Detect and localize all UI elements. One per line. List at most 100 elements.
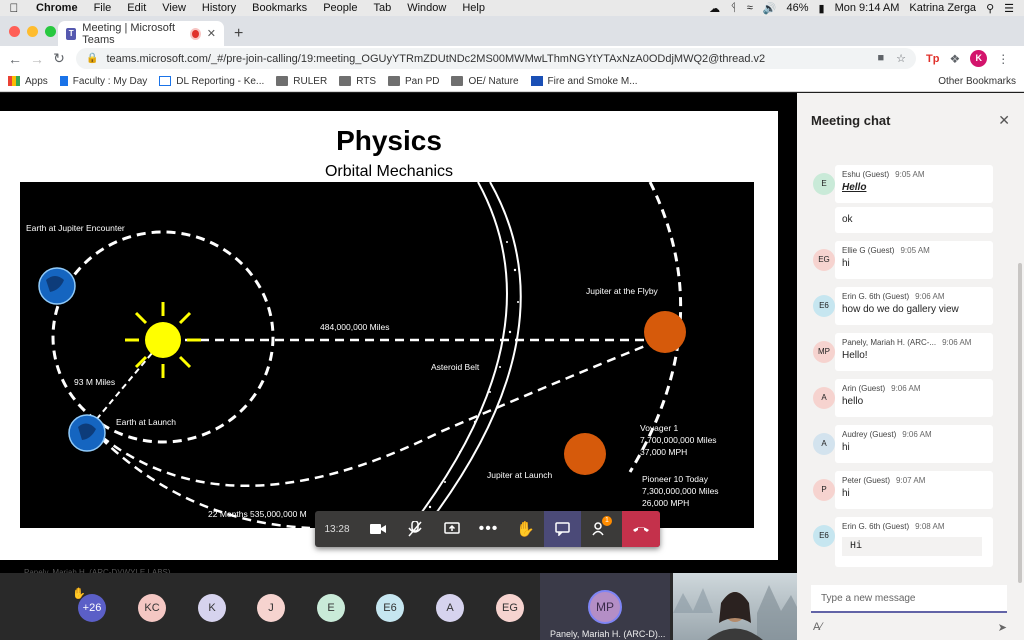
microphone-muted-icon[interactable] <box>396 511 433 547</box>
url-text[interactable]: teams.microsoft.com/_#/pre-join-calling/… <box>106 53 765 65</box>
participant-avatar[interactable]: K <box>198 594 226 622</box>
forward-icon[interactable]: → <box>26 51 48 67</box>
menu-edit[interactable]: Edit <box>119 2 154 14</box>
camera-toggle-icon[interactable] <box>359 511 396 547</box>
presenter-avatar: MP <box>588 590 622 624</box>
hang-up-button[interactable] <box>622 511 660 547</box>
menu-window[interactable]: Window <box>399 2 454 14</box>
bluetooth-icon[interactable]: ᛩ <box>730 2 737 14</box>
close-chat-icon[interactable]: ✕ <box>998 112 1010 129</box>
bookmark-apps[interactable]: Apps <box>8 76 48 87</box>
send-icon[interactable]: ➤ <box>998 621 1007 634</box>
folder-icon <box>339 76 352 86</box>
lock-icon[interactable]: 🔒 <box>86 53 98 64</box>
fire-smoke-icon <box>530 76 543 86</box>
control-center-icon[interactable]: ☰ <box>1004 2 1014 15</box>
message-time: 9:06 AM <box>891 384 921 393</box>
participant-strip: +26 ✋ KC K J E E6 A EG MP Panely, Mariah… <box>0 573 797 640</box>
extensions-puzzle-icon[interactable]: ❖ <box>949 52 960 66</box>
message-bubble[interactable]: Erin G. 6th (Guest) 9:06 AM how do we do … <box>835 287 993 325</box>
menu-bookmarks[interactable]: Bookmarks <box>244 2 315 14</box>
search-icon[interactable]: ⚲ <box>986 2 994 15</box>
bookmark-pan-pd[interactable]: Pan PD <box>388 76 439 87</box>
bookmark-ruler[interactable]: RULER <box>276 76 327 87</box>
reload-icon[interactable]: ↻ <box>48 50 70 67</box>
overflow-count: +26 <box>82 602 102 614</box>
more-actions-icon[interactable]: ••• <box>470 511 507 547</box>
menu-tab[interactable]: Tab <box>365 2 399 14</box>
volume-icon[interactable]: 🔊 <box>763 2 777 15</box>
menu-people[interactable]: People <box>315 2 365 14</box>
message-bubble[interactable]: ok <box>835 207 993 233</box>
label-pioneer-speed: 26,000 MPH <box>642 498 689 508</box>
label-jupiter-flyby: Jupiter at the Flyby <box>586 286 659 296</box>
participant-avatar[interactable]: KC <box>138 594 166 622</box>
apps-grid-icon <box>8 76 20 86</box>
camera-icon[interactable]: ■ <box>877 52 884 65</box>
message-bubble[interactable]: Audrey (Guest) 9:06 AM hi <box>835 425 993 463</box>
message-bubble[interactable]: Arin (Guest) 9:06 AM hello <box>835 379 993 417</box>
chat-scrollbar[interactable] <box>1018 263 1022 583</box>
zoom-window-button[interactable] <box>45 26 56 37</box>
participant-avatar[interactable]: A <box>436 594 464 622</box>
new-tab-button[interactable]: + <box>234 25 243 43</box>
browser-tab[interactable]: T Meeting | Microsoft Teams ✕ <box>58 21 224 46</box>
minimize-window-button[interactable] <box>27 26 38 37</box>
participant-avatar[interactable]: E6 <box>376 594 404 622</box>
back-icon[interactable]: ← <box>4 51 26 67</box>
menu-file[interactable]: File <box>86 2 120 14</box>
message-author: Panely, Mariah H. (ARC-... <box>842 338 937 347</box>
label-jupiter-at-launch: Jupiter at Launch <box>487 470 552 480</box>
message-bubble[interactable]: Ellie G (Guest) 9:05 AM hi <box>835 241 993 279</box>
raise-hand-icon[interactable]: ✋ <box>507 511 544 547</box>
profile-avatar[interactable]: K <box>970 50 988 67</box>
menu-history[interactable]: History <box>194 2 244 14</box>
menubar-user[interactable]: Katrina Zerga <box>909 2 976 14</box>
message-bubble[interactable]: Eshu (Guest) 9:05 AM Hello <box>835 165 993 203</box>
close-window-button[interactable] <box>9 26 20 37</box>
shared-screen: Physics Orbital Mechanics Earth at Jupit… <box>0 93 797 577</box>
close-tab-icon[interactable]: ✕ <box>207 27 216 40</box>
participant-avatar[interactable]: E <box>317 594 345 622</box>
chat-compose-input[interactable]: Type a new message <box>811 585 1007 613</box>
message-text: Hi <box>842 537 982 556</box>
bookmark-faculty[interactable]: Faculty : My Day <box>59 76 147 87</box>
slide-title: Physics <box>336 125 442 156</box>
label-voyager-speed: 37,000 MPH <box>640 447 687 457</box>
message-text: hi <box>842 442 850 453</box>
participant-avatar[interactable]: EG <box>496 594 524 622</box>
apple-icon[interactable]:  <box>0 1 28 15</box>
battery-icon[interactable]: ▮ <box>819 2 825 15</box>
presentation-slide: Physics Orbital Mechanics Earth at Jupit… <box>0 111 778 577</box>
message-bubble[interactable]: Panely, Mariah H. (ARC-... 9:06 AM Hello! <box>835 333 993 371</box>
call-timer: 13:28 <box>324 523 350 535</box>
menu-help[interactable]: Help <box>454 2 493 14</box>
extension-tp-icon[interactable]: Tp <box>926 53 939 65</box>
bookmark-oe-nature[interactable]: OE/ Nature <box>451 76 519 87</box>
battery-percent[interactable]: 46% <box>786 2 808 14</box>
chrome-menu-icon[interactable]: ⋮ <box>997 52 1009 66</box>
self-video-tile[interactable] <box>673 573 797 640</box>
bookmark-dl-reporting[interactable]: DL Reporting - Ke... <box>159 76 264 87</box>
participant-avatar[interactable]: J <box>257 594 285 622</box>
format-icon[interactable]: A∕ <box>813 621 822 634</box>
bookmark-fire-smoke[interactable]: Fire and Smoke M... <box>530 76 638 87</box>
menu-app-name[interactable]: Chrome <box>28 2 86 14</box>
bookmark-star-icon[interactable]: ☆ <box>896 52 906 65</box>
address-bar[interactable]: 🔒 teams.microsoft.com/_#/pre-join-callin… <box>76 48 916 69</box>
bookmark-rts[interactable]: RTS <box>339 76 376 87</box>
participants-icon[interactable]: 1 <box>581 511 618 547</box>
chat-toggle-icon[interactable] <box>544 511 581 547</box>
wifi-icon[interactable]: ≈ <box>747 2 753 14</box>
message-bubble[interactable]: Peter (Guest) 9:07 AM hi <box>835 471 993 509</box>
orbital-diagram-svg: Earth at Jupiter Encounter 484,000,000 M… <box>26 182 719 528</box>
other-bookmarks[interactable]: Other Bookmarks <box>921 76 1024 87</box>
chat-header: Meeting chat ✕ <box>797 93 1024 147</box>
presenter-video-tile[interactable]: MP Panely, Mariah H. (ARC-D)... <box>540 573 670 640</box>
cloud-icon[interactable]: ☁ <box>709 2 720 15</box>
message-bubble[interactable]: Erin G. 6th (Guest) 9:08 AM Hi <box>835 517 993 567</box>
menubar-clock[interactable]: Mon 9:14 AM <box>835 2 900 14</box>
share-screen-icon[interactable] <box>433 511 470 547</box>
menu-view[interactable]: View <box>154 2 194 14</box>
recording-icon <box>191 29 199 38</box>
